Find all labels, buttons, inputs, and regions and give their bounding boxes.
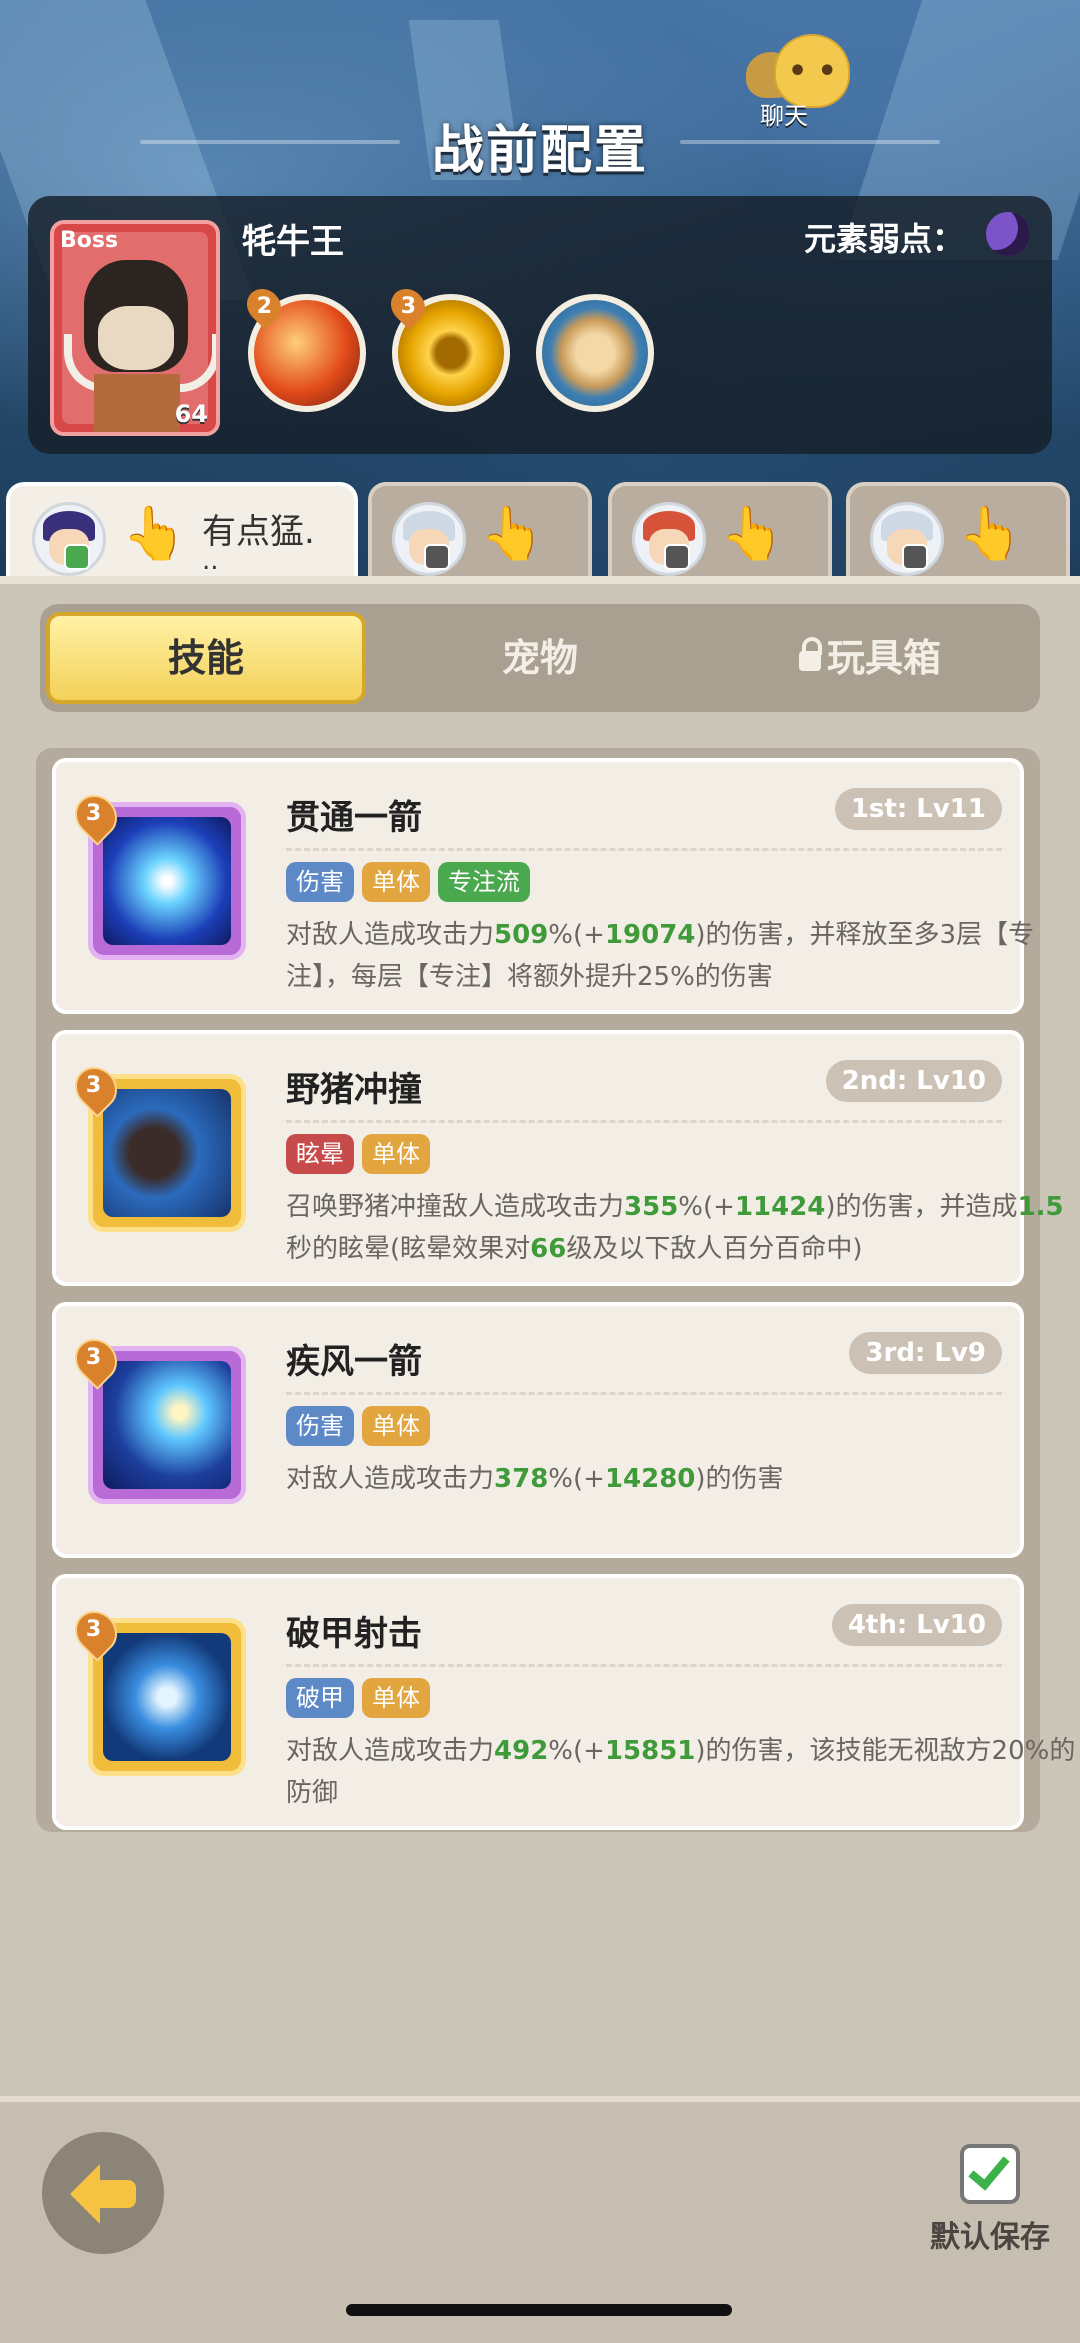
skill-tag: 单体 [362, 1134, 430, 1174]
skill-tags: 伤害 单体 [286, 1406, 430, 1446]
skill-card[interactable]: 3 疾风一箭 3rd: Lv9 伤害 单体 对敌人造成攻击力378%(+1428… [52, 1302, 1024, 1558]
skill-card[interactable]: 3 破甲射击 4th: Lv10 破甲 单体 对敌人造成攻击力492%(+158… [52, 1574, 1075, 1830]
skill-order-badge: 2nd: Lv10 [825, 1060, 1002, 1102]
rock-shield-icon[interactable] [536, 294, 654, 412]
hero-tab-4[interactable]: 👆 [846, 482, 1070, 582]
back-arrow-icon [70, 2164, 100, 2224]
skill-tags: 眩晕 单体 [286, 1134, 430, 1174]
skill-tag: 单体 [362, 862, 430, 902]
hero-tab-1[interactable]: 👆 有点猛. .. [6, 482, 358, 582]
skill-list: 3 贯通一箭 1st: Lv11 伤害 单体 专注流 对敌人造成攻击力509%(… [36, 748, 1075, 1832]
skill-tag: 破甲 [286, 1678, 354, 1718]
tab-toybox[interactable]: 玩具箱 [710, 612, 1030, 704]
tab-pets[interactable]: 宠物 [380, 612, 700, 704]
boss-tag: Boss [60, 228, 119, 253]
skill-card[interactable]: 3 野猪冲撞 2nd: Lv10 眩晕 单体 召唤野猪冲撞敌人造成攻击力355%… [52, 1030, 1064, 1286]
category-tabs: 技能 宠物 玩具箱 [40, 604, 1040, 712]
skill-tag: 伤害 [286, 1406, 354, 1446]
skill-tag: 单体 [362, 1406, 430, 1446]
tap-hand-icon: 👆 [122, 504, 187, 564]
armor-break-shot-icon [103, 1633, 231, 1761]
hero-name: 有点猛. [202, 512, 315, 552]
chat-label: 聊天 [760, 102, 808, 130]
hero-class-badge [902, 544, 928, 570]
dark-moon-element-icon [986, 212, 1030, 256]
skill-order-badge: 1st: Lv11 [834, 788, 1002, 830]
skill-tag: 单体 [362, 1678, 430, 1718]
boss-info-panel: Boss 64 牦牛王 元素弱点： 2 3 [28, 196, 1052, 454]
gale-arrow-icon [103, 1361, 231, 1489]
skill-order-badge: 4th: Lv10 [831, 1604, 1002, 1646]
tap-hand-icon: 👆 [958, 504, 1023, 564]
hero-tab-3[interactable]: 👆 [608, 482, 832, 582]
boss-level: 64 [174, 400, 208, 428]
default-save-checkbox[interactable] [960, 2144, 1020, 2204]
tap-hand-icon: 👆 [480, 504, 545, 564]
skill-tag: 伤害 [286, 862, 354, 902]
tap-hand-icon: 👆 [720, 504, 785, 564]
skill-tags: 破甲 单体 [286, 1678, 430, 1718]
lock-icon [798, 636, 822, 671]
default-save-label: 默认保存 [930, 2220, 1050, 2255]
boss-name: 牦牛王 [242, 222, 344, 262]
chat-button[interactable]: • • 聊天 [740, 30, 860, 130]
boss-portrait-card[interactable]: Boss 64 [50, 220, 220, 436]
hero-class-badge [664, 544, 690, 570]
hero-class-badge [424, 544, 450, 570]
skill-tag: 眩晕 [286, 1134, 354, 1174]
back-button[interactable] [42, 2132, 164, 2254]
skill-description: 召唤野猪冲撞敌人造成攻击力355%(+11424)的伤害，并造成1.5秒的眩晕(… [286, 1192, 1064, 1264]
skill-order-badge: 3rd: Lv9 [849, 1332, 1002, 1374]
skill-name: 野猪冲撞 [286, 1070, 422, 1110]
tab-skills[interactable]: 技能 [46, 612, 366, 704]
skill-tag: 专注流 [438, 862, 530, 902]
home-indicator [346, 2304, 732, 2316]
element-weakness-label: 元素弱点： [803, 220, 964, 258]
skill-card[interactable]: 3 贯通一箭 1st: Lv11 伤害 单体 专注流 对敌人造成攻击力509%(… [52, 758, 1034, 1014]
boar-charge-icon [103, 1089, 231, 1217]
skill-description: 对敌人造成攻击力509%(+19074)的伤害，并释放至多3层【专注】，每层【专… [286, 920, 1035, 992]
config-panel: 技能 宠物 玩具箱 3 贯通一箭 1st: Lv11 伤害 单体 专注流 对敌人… [0, 576, 1080, 2104]
piercing-arrow-icon [103, 817, 231, 945]
page-title: 战前配置 [431, 121, 648, 181]
hero-name-overflow: .. [202, 546, 219, 576]
skill-description: 对敌人造成攻击力492%(+15851)的伤害，该技能无视敌方20%的防御 [286, 1736, 1076, 1808]
skill-description: 对敌人造成攻击力378%(+14280)的伤害 [286, 1464, 784, 1494]
skill-name: 疾风一箭 [286, 1342, 422, 1382]
hero-class-badge [64, 544, 90, 570]
skill-name: 贯通一箭 [286, 798, 422, 838]
skill-tags: 伤害 单体 专注流 [286, 862, 530, 902]
hero-tab-2[interactable]: 👆 [368, 482, 592, 582]
skill-name: 破甲射击 [286, 1614, 422, 1654]
